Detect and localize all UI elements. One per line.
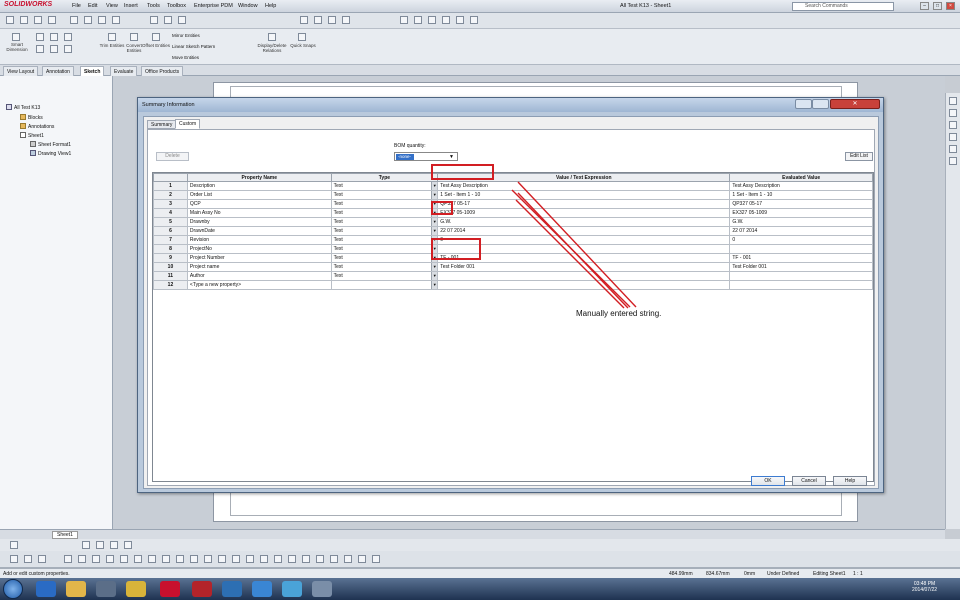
status-x: 484.99mm [669, 571, 693, 577]
layer-select-icon[interactable] [10, 541, 18, 549]
lync-icon[interactable] [252, 581, 272, 597]
solidworks-taskbar-icon[interactable] [160, 581, 180, 597]
media-player-icon[interactable] [96, 581, 116, 597]
annotation-line [517, 181, 637, 308]
outlook-icon[interactable] [222, 581, 242, 597]
tool-icon[interactable] [218, 555, 226, 563]
clock-date: 2014/07/22 [912, 587, 938, 593]
tool-icon[interactable] [120, 555, 128, 563]
tool-icon[interactable] [372, 555, 380, 563]
distribute-icon[interactable] [96, 541, 104, 549]
annotation-text: Manually entered string. [576, 309, 662, 318]
tool-icon[interactable] [24, 555, 32, 563]
tool-icon[interactable] [274, 555, 282, 563]
tool-icon[interactable] [358, 555, 366, 563]
status-z: 0mm [744, 571, 756, 577]
align-icon[interactable] [82, 541, 90, 549]
tool-icon[interactable] [92, 555, 100, 563]
table-tool-icon[interactable] [124, 541, 132, 549]
tool-icon[interactable] [106, 555, 114, 563]
tool-icon[interactable] [148, 555, 156, 563]
annotation-line [517, 192, 629, 309]
status-bar: Add or edit custom properties. 484.99mm … [0, 568, 960, 578]
tool-icon[interactable] [134, 555, 142, 563]
tool-icon[interactable] [302, 555, 310, 563]
grid-icon[interactable] [110, 541, 118, 549]
acrobat-icon[interactable] [192, 581, 212, 597]
tool-icon[interactable] [162, 555, 170, 563]
system-clock[interactable]: 03:48 PM 2014/07/22 [912, 581, 937, 593]
ok-button[interactable]: OK [751, 476, 785, 486]
sheet-tabs-bar: Sheet1 [0, 529, 945, 539]
tool-icon[interactable] [330, 555, 338, 563]
tool-icon[interactable] [260, 555, 268, 563]
quick-access-toolbar [0, 551, 960, 568]
sheet-tab-sheet1[interactable]: Sheet1 [52, 531, 78, 539]
heads-up-toolbar [0, 539, 960, 551]
ie-icon[interactable] [36, 581, 56, 597]
annotation-line [515, 199, 625, 309]
tool-icon[interactable] [246, 555, 254, 563]
tool-icon[interactable] [10, 555, 18, 563]
explorer-icon[interactable] [66, 581, 86, 597]
app-icon[interactable] [312, 581, 332, 597]
annotation-lines [511, 181, 637, 309]
tool-icon[interactable] [232, 555, 240, 563]
status-hint: Add or edit custom properties. [3, 571, 70, 577]
tool-icon[interactable] [38, 555, 46, 563]
help-button[interactable]: Help [833, 476, 867, 486]
tool-icon[interactable] [190, 555, 198, 563]
app-icon[interactable] [282, 581, 302, 597]
tool-icon[interactable] [316, 555, 324, 563]
chrome-icon[interactable] [126, 581, 146, 597]
tool-icon[interactable] [344, 555, 352, 563]
start-button[interactable] [3, 579, 23, 599]
tool-icon[interactable] [78, 555, 86, 563]
status-y: 834.67mm [706, 571, 730, 577]
tool-icon[interactable] [64, 555, 72, 563]
tool-icon[interactable] [288, 555, 296, 563]
status-editing: Editing Sheet1 [813, 571, 846, 577]
status-scale[interactable]: 1 : 1 [853, 571, 863, 577]
cancel-button[interactable]: Cancel [792, 476, 826, 486]
tool-icon[interactable] [204, 555, 212, 563]
tool-icon[interactable] [176, 555, 184, 563]
status-definition: Under Defined [767, 571, 800, 577]
